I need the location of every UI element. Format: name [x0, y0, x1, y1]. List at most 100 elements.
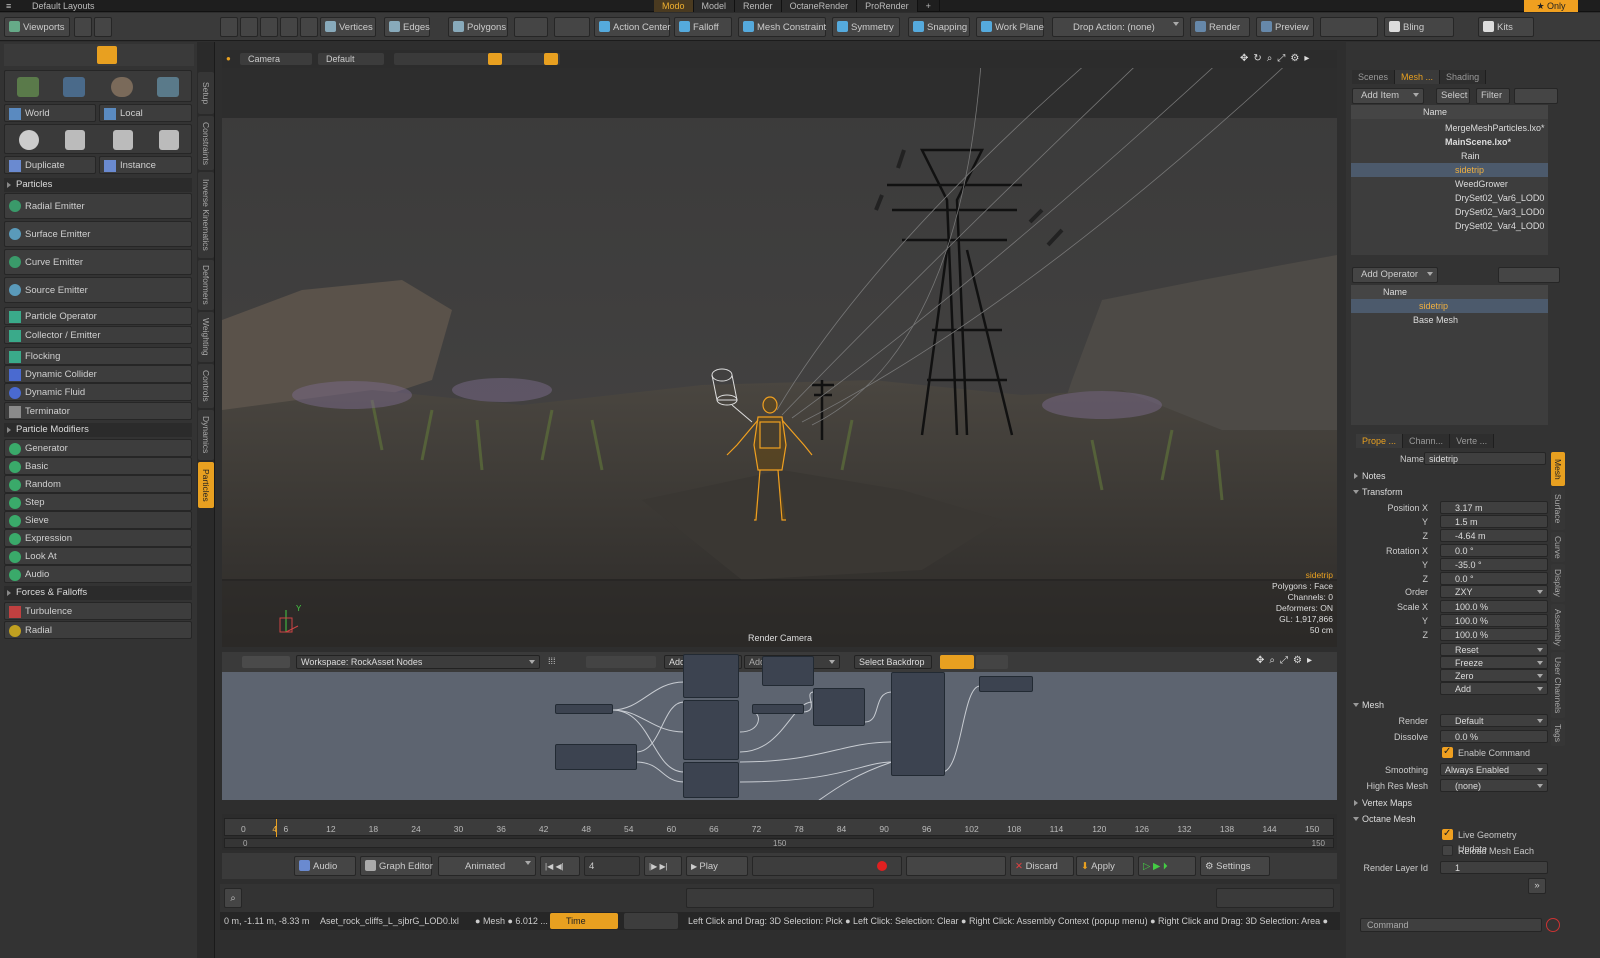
rotate-tool-icon[interactable]	[63, 77, 85, 97]
tab-octanerender[interactable]: OctaneRender	[781, 0, 858, 12]
add-item-dropdown[interactable]: Add Item	[1352, 88, 1424, 104]
render-button[interactable]: Render	[1190, 17, 1250, 37]
tab-prorender[interactable]: ProRender	[857, 0, 918, 12]
node-nav-right-icons[interactable]: ✥⌕⤢⚙▸	[1256, 655, 1332, 667]
scale-z-field[interactable]: 100.0 %	[1440, 628, 1548, 641]
transform-tool-icon[interactable]	[157, 77, 179, 97]
settings-icon[interactable]	[94, 17, 112, 37]
particles-section[interactable]: Particles	[4, 178, 192, 192]
tab-inverse-kinematics[interactable]: Inverse Kinematics	[198, 172, 214, 258]
node-input-a[interactable]	[555, 704, 613, 714]
apply-button[interactable]: ⬇ Apply	[1076, 856, 1134, 876]
rtab-tags[interactable]: Tags	[1551, 720, 1565, 746]
rtab-assembly[interactable]: Assembly	[1551, 604, 1565, 650]
generator-button[interactable]: Generator	[4, 439, 192, 457]
rtab-curve[interactable]: Curve	[1551, 532, 1565, 562]
playback-green-icons[interactable]: ▷ ▶ ⏵	[1138, 856, 1196, 876]
duplicate-button[interactable]: Duplicate	[4, 156, 96, 174]
settings-button[interactable]: ⚙ Settings	[1200, 856, 1270, 876]
tree-item-selected[interactable]: sidetrip	[1351, 163, 1548, 177]
3d-viewport[interactable]: Y ● Camera Default ✥↻⌕⤢⚙▸ sidetrip Polyg…	[222, 50, 1337, 647]
dissolve-field[interactable]: 0.0 %	[1440, 730, 1548, 743]
tab-scenes[interactable]: Scenes	[1352, 70, 1396, 84]
add-dropdown[interactable]: Add	[1440, 682, 1548, 695]
node-small[interactable]	[752, 704, 804, 714]
snapping-button[interactable]: Snapping	[908, 17, 970, 37]
menu-icon[interactable]: ≡	[6, 0, 11, 12]
render-dropdown[interactable]: Default	[1440, 714, 1548, 727]
rtab-user-channels[interactable]: User Channels	[1551, 652, 1565, 718]
animated-dropdown[interactable]: Animated	[438, 856, 536, 876]
particle-operator-button[interactable]: Particle Operator	[4, 307, 192, 325]
list-view-icons[interactable]	[1514, 88, 1558, 104]
position-z-field[interactable]: -4.64 m	[1440, 529, 1548, 542]
reload-mesh-checkbox[interactable]	[1442, 845, 1453, 856]
timeline-playhead[interactable]	[276, 819, 277, 837]
move-tool-icon[interactable]	[17, 77, 39, 97]
tree-item[interactable]: DrySet02_Var4_LOD0	[1351, 219, 1548, 233]
rotation-x-field[interactable]: 0.0 °	[1440, 544, 1548, 557]
scale-tool-icon[interactable]	[111, 77, 133, 97]
smoothing-dropdown[interactable]: Always Enabled	[1440, 763, 1548, 776]
node-block-6[interactable]	[891, 672, 945, 776]
tree-item[interactable]: DrySet02_Var3_LOD0	[1351, 205, 1548, 219]
select-button[interactable]: Select	[1436, 88, 1470, 104]
symmetry-button[interactable]: Symmetry	[832, 17, 900, 37]
local-button[interactable]: Local	[99, 104, 192, 122]
search-icon[interactable]: ⌕	[224, 888, 242, 908]
viewport-menu-icon[interactable]: ●	[226, 54, 231, 63]
rtab-surface[interactable]: Surface	[1551, 488, 1565, 530]
flocking-button[interactable]: Flocking	[4, 347, 192, 365]
select-backdrop-button[interactable]: Select Backdrop	[854, 655, 932, 669]
tab-deformers[interactable]: Deformers	[198, 260, 214, 310]
particle-modifiers-section[interactable]: Particle Modifiers	[4, 423, 192, 437]
graph-editor-button[interactable]: Graph Editor	[360, 856, 433, 876]
add-tab-icon[interactable]: +	[918, 0, 940, 12]
node-editor[interactable]: Workspace: RockAsset Nodes ⁞⁞⁞ Add Selec…	[222, 652, 1337, 800]
node-block-1[interactable]	[683, 654, 739, 698]
world-button[interactable]: World	[4, 104, 96, 122]
display-toggle-2-icon[interactable]	[544, 53, 558, 65]
operator-view-icons[interactable]	[1498, 267, 1560, 283]
timeline-range[interactable]: 0 150 150	[224, 838, 1334, 848]
reset-dropdown[interactable]: Reset	[1440, 643, 1548, 656]
layout-icon[interactable]	[74, 17, 92, 37]
paint-tool-icon[interactable]	[97, 46, 117, 64]
node-output[interactable]	[979, 676, 1033, 692]
node-nav-icons[interactable]	[586, 656, 656, 668]
node-block-2[interactable]	[683, 700, 739, 760]
terminator-button[interactable]: Terminator	[4, 402, 192, 420]
command-stop-icon[interactable]	[1546, 918, 1560, 932]
timeline[interactable]: 0 6 12 18 24 30 36 42 48 54 60 66 72 78 84 90 96 102 108 11…	[222, 814, 1337, 850]
rtab-mesh[interactable]: Mesh	[1551, 452, 1565, 486]
node-tools-icons[interactable]	[242, 656, 290, 668]
item-mode-icon[interactable]	[280, 17, 298, 37]
edges-button[interactable]: Edges	[384, 17, 430, 37]
audio-modifier-button[interactable]: Audio	[4, 565, 192, 583]
node-block-5[interactable]	[813, 688, 865, 726]
tab-modo[interactable]: Modo	[654, 0, 694, 12]
tab-model[interactable]: Model	[693, 0, 736, 12]
rotation-z-field[interactable]: 0.0 °	[1440, 572, 1548, 585]
mesh-section[interactable]: Mesh	[1352, 698, 1548, 712]
tab-constraints[interactable]: Constraints	[198, 116, 214, 170]
expression-button[interactable]: Expression	[4, 529, 192, 547]
tree-item[interactable]: Rain	[1351, 149, 1548, 163]
prev-key-buttons[interactable]: |◀ ◀|	[540, 856, 580, 876]
vertex-maps-section[interactable]: Vertex Maps	[1352, 796, 1548, 810]
viewport-display-icons[interactable]	[394, 53, 560, 65]
auto-key-tools[interactable]	[906, 856, 1006, 876]
status-right-icons[interactable]	[1216, 888, 1334, 908]
node-block-3[interactable]	[683, 762, 739, 798]
operator-item-selected[interactable]: sidetrip	[1351, 299, 1548, 313]
timeline-ruler[interactable]: 0 6 12 18 24 30 36 42 48 54 60 66 72 78 84 90 96 102 108 11…	[224, 818, 1334, 837]
sieve-button[interactable]: Sieve	[4, 511, 192, 529]
tab-channels[interactable]: Chann...	[1403, 434, 1451, 448]
drop-action-select[interactable]: Drop Action: (none)	[1052, 17, 1184, 37]
notes-section[interactable]: Notes	[1352, 469, 1548, 483]
forces-falloffs-section[interactable]: Forces & Falloffs	[4, 586, 192, 600]
tab-vertex[interactable]: Verte ...	[1450, 434, 1495, 448]
falloff-button[interactable]: Falloff	[674, 17, 732, 37]
tab-properties[interactable]: Prope ...	[1356, 434, 1404, 448]
dynamic-fluid-button[interactable]: Dynamic Fluid	[4, 383, 192, 401]
